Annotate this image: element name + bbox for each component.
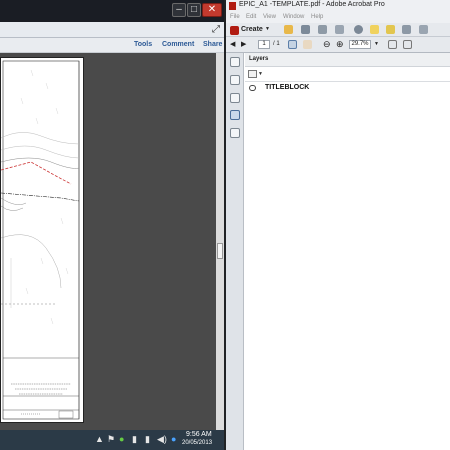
background-toolbar: ⤢ <box>0 22 224 38</box>
open-folder-icon[interactable] <box>284 25 293 34</box>
bookmarks-icon[interactable] <box>230 75 240 85</box>
document-page <box>0 57 84 423</box>
clock-time[interactable]: 9:56 AM <box>186 431 212 438</box>
tab-comment[interactable]: Comment <box>162 41 194 48</box>
zoom-dropdown-icon[interactable]: ▼ <box>374 41 379 47</box>
save-icon[interactable] <box>301 25 310 34</box>
layer-options-icon[interactable] <box>248 70 257 78</box>
next-page-icon[interactable]: ▶ <box>241 40 246 48</box>
comment-bubble-icon[interactable] <box>370 25 379 34</box>
layer-row[interactable]: TITLEBLOCK <box>245 83 450 95</box>
create-button[interactable]: Create <box>241 26 263 33</box>
menu-file[interactable]: File <box>230 14 240 20</box>
maximize-icon[interactable]: □ <box>187 3 201 17</box>
tab-tools[interactable]: Tools <box>134 41 152 48</box>
attachments-icon[interactable] <box>230 93 240 103</box>
fit-width-icon[interactable] <box>403 40 412 49</box>
navigation-pane-strip <box>226 53 244 450</box>
background-window: – □ ✕ ⤢ Tools Comment Share <box>0 0 224 430</box>
navigation-toolbar: ◀ ▶ 1 / 1 ⊖ ⊕ 29.7% ▼ <box>226 37 450 53</box>
menu-edit[interactable]: Edit <box>246 14 256 20</box>
app-tray-icon[interactable]: ● <box>119 434 124 444</box>
show-hidden-icons-icon[interactable]: ▲ <box>95 434 104 444</box>
page-total: / 1 <box>273 41 280 47</box>
expand-icon[interactable]: ⤢ <box>212 24 220 35</box>
close-icon[interactable]: ✕ <box>202 3 222 17</box>
layers-panel: Layers ▼ TITLEBLOCK <box>245 53 450 450</box>
page-number-input[interactable]: 1 <box>258 40 270 49</box>
layers-header: Layers <box>245 53 450 67</box>
drawing-sheet <box>1 60 80 420</box>
sticky-note-icon[interactable] <box>386 25 395 34</box>
network-icon[interactable]: ⚑ <box>107 434 115 445</box>
layer-name[interactable]: TITLEBLOCK <box>265 84 309 91</box>
print-icon[interactable] <box>318 25 327 34</box>
share-icon[interactable] <box>419 25 428 34</box>
layers-options-bar: ▼ <box>245 67 450 82</box>
settings-gear-icon[interactable] <box>354 25 363 34</box>
layers-icon[interactable] <box>230 110 240 120</box>
form-icon[interactable] <box>402 25 411 34</box>
menu-view[interactable]: View <box>263 14 276 20</box>
fit-page-icon[interactable] <box>388 40 397 49</box>
layers-panel-title: Layers <box>249 56 269 62</box>
signal-icon[interactable]: ▮ <box>132 434 137 445</box>
select-cursor-icon[interactable] <box>288 40 297 49</box>
menu-bar: File Edit View Window Help <box>226 12 450 23</box>
acrobat-titlebar: EPIC_A1 -TEMPLATE.pdf - Adobe Acrobat Pr… <box>226 0 450 12</box>
hand-tool-icon[interactable] <box>303 40 312 49</box>
menu-window[interactable]: Window <box>283 14 304 20</box>
task-pane-tabs: Tools Comment Share <box>0 38 224 53</box>
page-thumbnails-icon[interactable] <box>230 57 240 67</box>
layer-options-dropdown-icon[interactable]: ▼ <box>258 71 263 77</box>
zoom-out-icon[interactable]: ⊖ <box>323 39 331 50</box>
zoom-level-input[interactable]: 29.7% <box>349 40 371 49</box>
vertical-scrollbar[interactable] <box>216 53 224 430</box>
acrobat-logo-icon <box>229 2 236 10</box>
volume-icon[interactable]: ◀) <box>157 434 167 445</box>
connection-icon[interactable]: ▮ <box>145 434 150 445</box>
create-icon[interactable] <box>230 26 239 35</box>
desktop: – □ ✕ ⤢ Tools Comment Share ▲ ⚑ ● ▮ ▮ ◀)… <box>0 0 450 450</box>
signatures-icon[interactable] <box>230 128 240 138</box>
taskbar: ▲ ⚑ ● ▮ ▮ ◀) ● 9:56 AM 20/05/2013 <box>0 430 224 450</box>
zoom-in-icon[interactable]: ⊕ <box>336 39 344 50</box>
create-dropdown-icon[interactable]: ▼ <box>265 26 270 32</box>
tab-share[interactable]: Share <box>203 41 222 48</box>
scrollbar-thumb[interactable] <box>217 243 223 259</box>
main-toolbar: Create ▼ <box>226 23 450 37</box>
acrobat-window: EPIC_A1 -TEMPLATE.pdf - Adobe Acrobat Pr… <box>224 0 450 450</box>
layer-visibility-eye-icon[interactable] <box>249 85 256 91</box>
clock-date[interactable]: 20/05/2013 <box>182 440 212 446</box>
window-title: EPIC_A1 -TEMPLATE.pdf - Adobe Acrobat Pr… <box>239 1 385 8</box>
previous-page-icon[interactable]: ◀ <box>230 40 235 48</box>
skype-icon[interactable]: ● <box>171 434 176 444</box>
email-icon[interactable] <box>335 25 344 34</box>
menu-help[interactable]: Help <box>311 14 323 20</box>
background-titlebar: – □ ✕ <box>0 0 224 22</box>
minimize-icon[interactable]: – <box>172 3 186 17</box>
